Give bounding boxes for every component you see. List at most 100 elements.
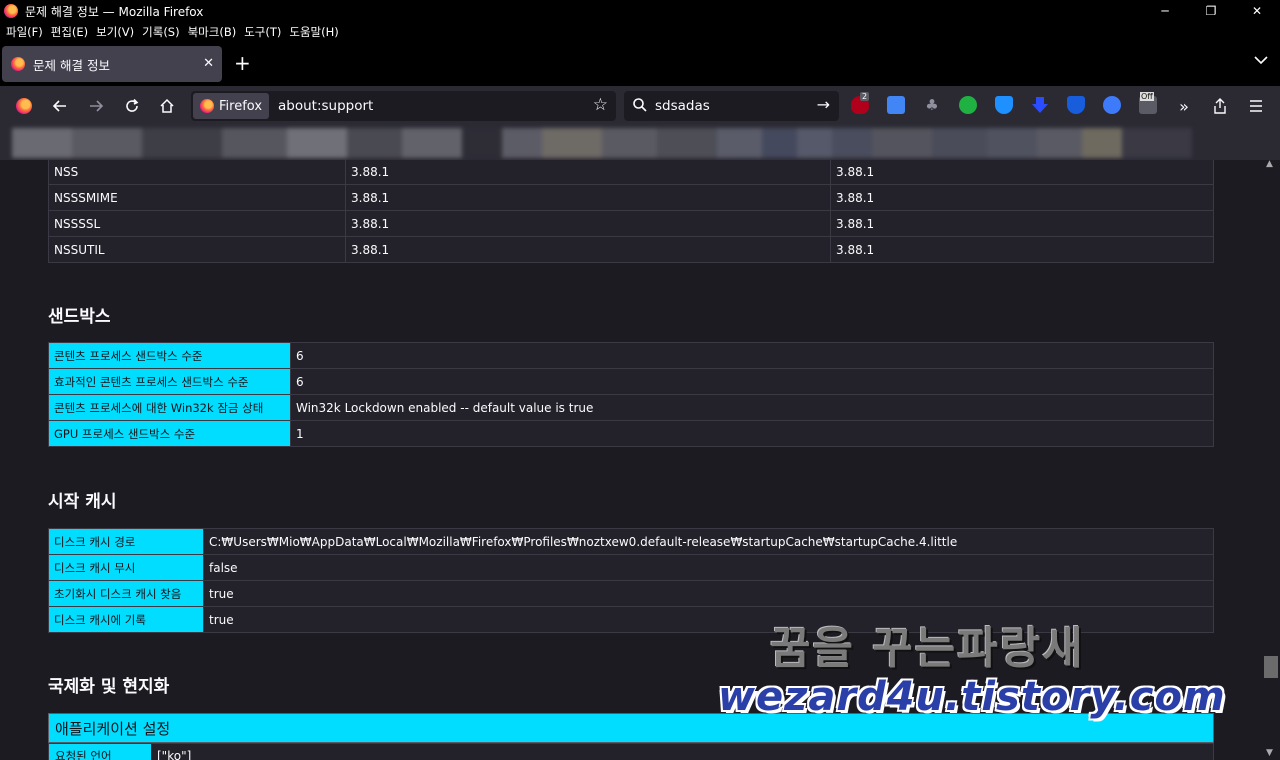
reload-icon[interactable] [121, 95, 143, 117]
shield-extension-icon[interactable] [995, 96, 1013, 114]
sandbox-value: 1 [290, 420, 1214, 447]
minimize-button[interactable]: ─ [1142, 0, 1188, 22]
menu-view[interactable]: 보기(V) [96, 24, 134, 40]
sandbox-table: 콘텐츠 프로세스 샌드박스 수준 6 효과적인 콘텐츠 프로세스 샌드박스 수준… [48, 342, 1214, 447]
table-row: 효과적인 콘텐츠 프로세스 샌드박스 수준 6 [48, 368, 1214, 395]
blurred-bookmarks [12, 128, 1237, 158]
tab-troubleshooting[interactable]: 문제 해결 정보 ✕ [2, 46, 222, 82]
sandbox-heading: 샌드박스 [48, 307, 111, 327]
share-icon[interactable] [1209, 95, 1231, 117]
new-tab-button[interactable]: + [234, 52, 251, 74]
table-row: NSSSMIME 3.88.1 3.88.1 [48, 184, 1214, 211]
menu-history[interactable]: 기록(S) [142, 24, 179, 40]
startup-cache-value: C:₩Users₩Mio₩AppData₩Local₩Mozilla₩Firef… [203, 528, 1214, 555]
back-icon[interactable] [49, 95, 71, 117]
search-input[interactable]: sdsadas [655, 98, 710, 114]
restore-button[interactable]: ❐ [1188, 0, 1234, 22]
tab-label: 문제 해결 정보 [33, 57, 110, 73]
scroll-up-arrow-icon[interactable]: ▲ [1266, 159, 1273, 169]
menu-tools[interactable]: 도구(T) [244, 24, 281, 40]
table-row: 콘텐츠 프로세스 샌드박스 수준 6 [48, 342, 1214, 369]
menu-bookmarks[interactable]: 북마크(B) [188, 24, 237, 40]
library-name: NSSUTIL [48, 236, 346, 263]
forward-icon[interactable] [85, 95, 107, 117]
firefox-logo-icon [4, 4, 18, 18]
hamburger-menu-icon[interactable] [1245, 95, 1267, 117]
library-used-version: 3.88.1 [830, 236, 1214, 263]
table-row: 콘텐츠 프로세스에 대한 Win32k 잠금 상태 Win32k Lockdow… [48, 394, 1214, 421]
library-versions-table: NSS 3.88.1 3.88.1 NSSSMIME 3.88.1 3.88.1… [48, 160, 1214, 263]
library-expected-version: 3.88.1 [345, 210, 831, 237]
puzzle-extension-icon[interactable]: ♣ [923, 96, 941, 114]
menu-edit[interactable]: 편집(E) [51, 24, 88, 40]
startup-cache-key: 디스크 캐시 경로 [48, 528, 204, 555]
library-name: NSS [48, 160, 346, 185]
library-expected-version: 3.88.1 [345, 160, 831, 185]
page-scrollbar[interactable]: ▲ ▼ [1262, 159, 1280, 760]
startup-cache-key: 초기화시 디스크 캐시 찾음 [48, 580, 204, 607]
url-bar[interactable]: Firefox about:support ☆ [191, 91, 616, 121]
close-window-button[interactable]: ✕ [1234, 0, 1280, 22]
library-used-version: 3.88.1 [830, 160, 1214, 185]
table-row: 디스크 캐시 경로 C:₩Users₩Mio₩AppData₩Local₩Moz… [48, 528, 1214, 555]
library-used-version: 3.88.1 [830, 210, 1214, 237]
download-arrow-extension-icon[interactable] [1031, 96, 1049, 114]
requested-locales-value: ["ko"] [157, 749, 192, 760]
menu-file[interactable]: 파일(F) [6, 24, 43, 40]
search-bar[interactable]: sdsadas → [624, 91, 839, 121]
url-input[interactable]: about:support [278, 98, 373, 114]
requested-locales-key: 요청된 언어 [49, 744, 151, 760]
table-row: NSSSSL 3.88.1 3.88.1 [48, 210, 1214, 237]
off-badge: Off [1140, 92, 1154, 101]
library-expected-version: 3.88.1 [345, 236, 831, 263]
sandbox-key: GPU 프로세스 샌드박스 수준 [48, 420, 291, 447]
tab-strip: 문제 해결 정보 ✕ + [0, 42, 1280, 86]
table-row: 요청된 언어 ["ko"] [48, 743, 1214, 760]
check-circle-extension-icon[interactable] [1103, 96, 1121, 114]
menu-help[interactable]: 도움말(H) [289, 24, 338, 40]
startup-cache-key: 디스크 캐시에 기록 [48, 606, 204, 633]
navigation-toolbar: Firefox about:support ☆ sdsadas → 2 ♣ Of… [0, 86, 1280, 126]
library-name: NSSSSL [48, 210, 346, 237]
ublock-badge: 2 [860, 92, 870, 101]
table-row: GPU 프로세스 샌드박스 수준 1 [48, 420, 1214, 447]
scrollbar-thumb[interactable] [1264, 656, 1278, 678]
watermark-korean: 꿈을 꾸는파랑새 [770, 623, 1085, 674]
window-title: 문제 해결 정보 — Mozilla Firefox [25, 4, 204, 19]
translate-extension-icon[interactable] [887, 96, 905, 114]
page-content: NSS 3.88.1 3.88.1 NSSSMIME 3.88.1 3.88.1… [0, 160, 1262, 760]
sandbox-value: 6 [290, 342, 1214, 369]
startup-cache-value: false [203, 554, 1214, 581]
startup-cache-heading: 시작 캐시 [48, 492, 117, 512]
close-tab-icon[interactable]: ✕ [203, 56, 214, 71]
firefox-favicon-icon [11, 57, 25, 71]
menu-bar: 파일(F) 편집(E) 보기(V) 기록(S) 북마크(B) 도구(T) 도움말… [0, 22, 1280, 42]
library-used-version: 3.88.1 [830, 184, 1214, 211]
scroll-down-arrow-icon[interactable]: ▼ [1266, 748, 1273, 758]
table-row: NSS 3.88.1 3.88.1 [48, 160, 1214, 185]
home-icon[interactable] [156, 95, 178, 117]
startup-cache-key: 디스크 캐시 무시 [48, 554, 204, 581]
table-row: NSSUTIL 3.88.1 3.88.1 [48, 236, 1214, 263]
identity-box[interactable]: Firefox [193, 93, 269, 119]
table-row: 디스크 캐시 무시 false [48, 554, 1214, 581]
sandbox-value: 6 [290, 368, 1214, 395]
bitwarden-extension-icon[interactable] [1067, 96, 1085, 114]
more-tools-chevrons-icon[interactable]: » [1173, 95, 1195, 117]
search-go-arrow-icon[interactable]: → [817, 95, 830, 114]
firefox-identity-icon [200, 99, 214, 113]
bookmark-star-icon[interactable]: ☆ [593, 95, 608, 115]
sandbox-key: 콘텐츠 프로세스에 대한 Win32k 잠금 상태 [48, 394, 291, 421]
identity-label: Firefox [219, 98, 263, 114]
library-name: NSSSMIME [48, 184, 346, 211]
search-icon [633, 98, 647, 112]
firefox-view-icon[interactable] [13, 95, 35, 117]
watermark-url: wezard4u.tistory.com [718, 674, 1226, 720]
list-all-tabs-chevron-icon[interactable] [1254, 54, 1268, 68]
n-extension-icon[interactable] [959, 96, 977, 114]
table-row: 초기화시 디스크 캐시 찾음 true [48, 580, 1214, 607]
bookmarks-toolbar [0, 126, 1280, 160]
sandbox-key: 효과적인 콘텐츠 프로세스 샌드박스 수준 [48, 368, 291, 395]
window-controls: ─ ❐ ✕ [1142, 0, 1280, 22]
off-toggle-extension-icon[interactable]: Off [1139, 92, 1157, 114]
